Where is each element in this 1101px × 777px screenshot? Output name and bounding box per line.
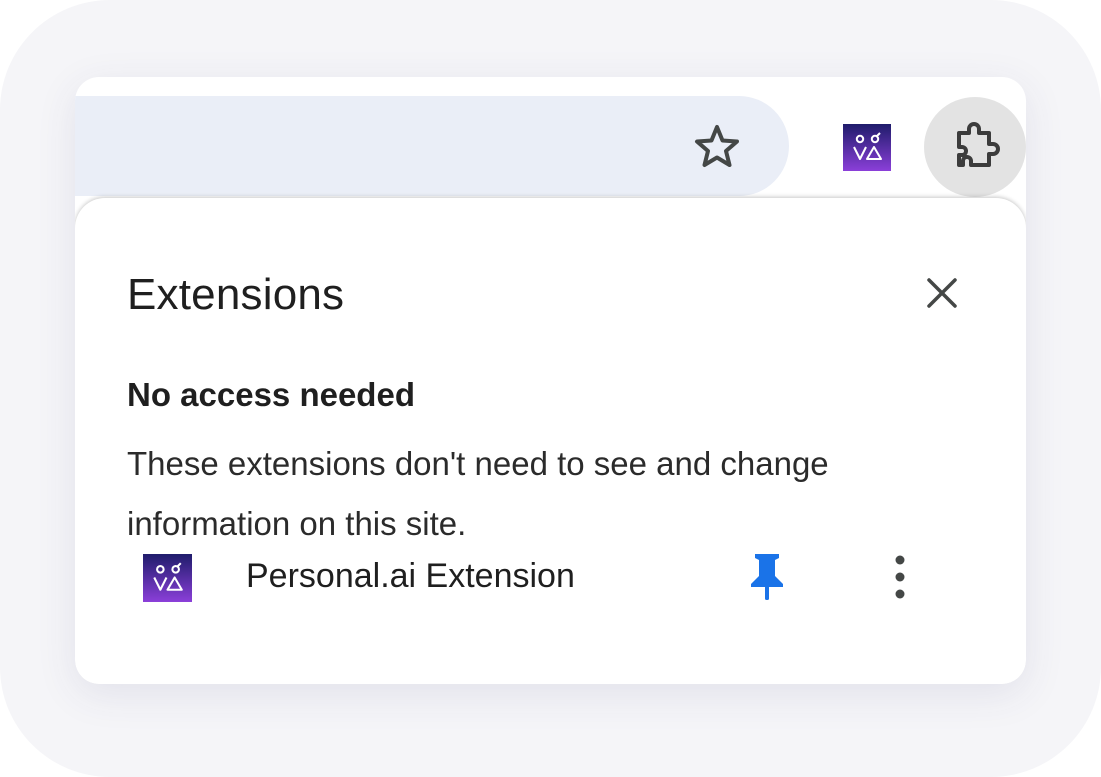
personal-ai-logo-icon xyxy=(843,124,891,171)
pin-extension-button[interactable] xyxy=(741,549,793,605)
pin-icon xyxy=(751,554,783,600)
address-bar[interactable] xyxy=(75,96,789,196)
more-vert-icon xyxy=(895,555,905,599)
personal-ai-logo-icon xyxy=(143,554,192,602)
personal-ai-toolbar-button[interactable] xyxy=(843,124,891,171)
star-outline-icon xyxy=(695,125,739,167)
extension-icon xyxy=(143,554,192,602)
extension-name: Personal.ai Extension xyxy=(246,557,575,595)
more-options-button[interactable] xyxy=(875,549,925,605)
bookmark-star-button[interactable] xyxy=(689,123,745,169)
close-button[interactable] xyxy=(919,270,965,316)
puzzle-piece-icon xyxy=(957,122,1000,167)
popup-title: Extensions xyxy=(127,270,345,319)
close-icon xyxy=(927,278,957,308)
screenshot-frame: Extensions No access needed These extens… xyxy=(0,0,1101,777)
browser-window: Extensions No access needed These extens… xyxy=(75,77,1026,684)
extensions-menu-button[interactable] xyxy=(924,97,1026,197)
section-heading: No access needed xyxy=(127,376,415,413)
